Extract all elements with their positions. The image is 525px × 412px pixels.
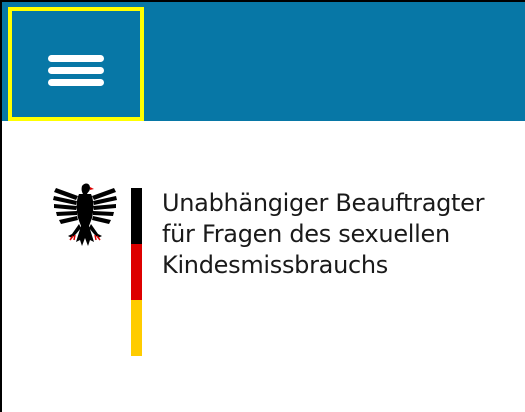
menu-button[interactable] [8,7,144,121]
organization-name: Unabhängiger Beauftragter für Fragen des… [162,188,522,281]
federal-eagle-icon [53,183,117,246]
hamburger-menu-icon [48,55,104,87]
site-logo[interactable]: Unabhängiger Beauftragter für Fragen des… [2,180,522,360]
flag-stripe-black [131,188,142,244]
organization-name-line-2: für Fragen des sexuellen [162,220,450,248]
top-header-bar [2,0,525,121]
organization-name-line-3: Kindesmissbrauchs [162,251,389,279]
flag-stripe-red [131,244,142,300]
flag-stripe [131,188,142,356]
flag-stripe-gold [131,300,142,356]
organization-name-line-1: Unabhängiger Beauftragter [162,189,485,217]
page: Unabhängiger Beauftragter für Fragen des… [0,0,525,412]
